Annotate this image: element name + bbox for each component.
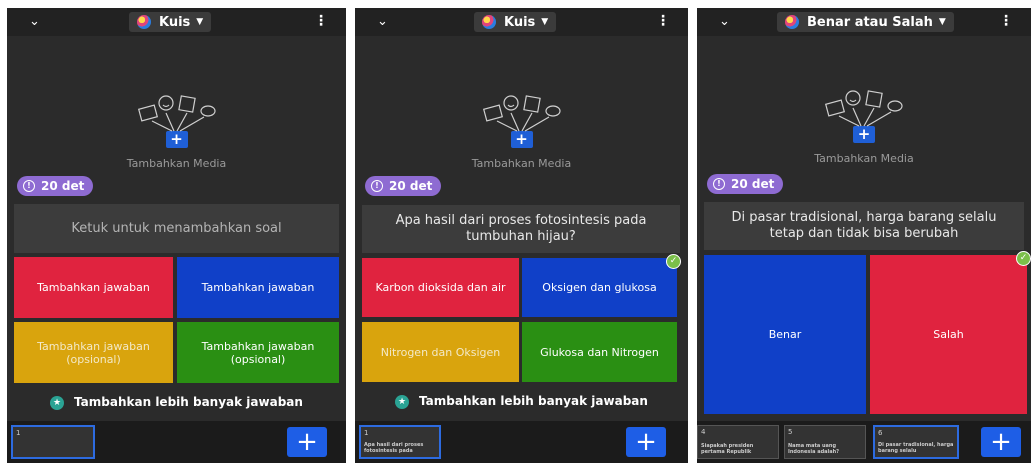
add-media-area[interactable]: + Tambahkan Media (7, 93, 346, 170)
quiz-type-icon (137, 15, 151, 29)
quiz-type-label: Kuis (504, 14, 536, 30)
question-input[interactable]: Ketuk untuk menambahkan soal (14, 204, 339, 253)
caret-down-icon: ▼ (938, 17, 946, 27)
star-icon: ★ (50, 395, 65, 410)
top-bar: ⌄ Kuis ▼ ⋮ (7, 8, 346, 36)
quiz-type-icon (482, 15, 496, 29)
slide-thumbnail[interactable]: 6 Di pasar tradisional, harga barang sel… (873, 425, 959, 459)
add-media-area[interactable]: + Tambahkan Media (697, 88, 1031, 165)
answer-option-3[interactable]: Tambahkan jawaban (opsional) (14, 322, 173, 383)
quiz-type-selector[interactable]: Kuis ▼ (474, 12, 557, 32)
slide-number: 5 (788, 428, 793, 436)
media-doodle-icon (824, 90, 903, 127)
quiz-editor-panel-2: ⌄ Kuis ▼ ⋮ + Tambahkan Media ! 20 det Ap… (355, 8, 688, 463)
answer-option-2[interactable]: Tambahkan jawaban (177, 257, 339, 318)
timer-label: 20 det (41, 179, 85, 193)
slide-preview-text: Nama mata uang Indonesia adalah? (788, 443, 840, 455)
more-vertical-icon[interactable]: ⋮ (314, 13, 328, 29)
add-media-label: Tambahkan Media (126, 157, 227, 170)
check-icon[interactable]: ✓ (1016, 251, 1031, 266)
media-doodle-icon (137, 95, 216, 132)
answer-false[interactable]: Salah ✓ (870, 251, 1031, 414)
add-slide-button[interactable]: + (981, 427, 1021, 457)
question-input[interactable]: Apa hasil dari proses fotosintesis pada … (362, 205, 680, 253)
quiz-type-selector[interactable]: Kuis ▼ (129, 12, 212, 32)
top-bar: ⌄ Kuis ▼ ⋮ (355, 8, 688, 36)
slide-thumbnail[interactable]: 1 (11, 425, 95, 459)
star-icon: ★ (395, 394, 410, 409)
add-more-answers-button[interactable]: ★ Tambahkan lebih banyak jawaban (7, 395, 346, 410)
slide-number: 4 (701, 428, 706, 436)
slide-thumbnail[interactable]: 5 Nama mata uang Indonesia adalah? (784, 425, 866, 459)
answer-true[interactable]: Benar (704, 255, 866, 414)
more-vertical-icon[interactable]: ⋮ (999, 13, 1013, 29)
answer-option-2[interactable]: Oksigen dan glukosa ✓ (522, 254, 681, 317)
chevron-down-icon[interactable]: ⌄ (29, 14, 40, 29)
slide-number: 6 (878, 429, 883, 437)
slide-strip: 1 Apa hasil dari proses fotosintesis pad… (355, 421, 688, 463)
answer-option-2-label: Oksigen dan glukosa (542, 281, 657, 294)
caret-down-icon: ▼ (196, 17, 204, 27)
quiz-type-icon (785, 15, 799, 29)
slide-number: 1 (16, 429, 21, 437)
caret-down-icon: ▼ (541, 17, 549, 27)
quiz-editor-panel-1: ⌄ Kuis ▼ ⋮ + Tambahkan Media ! 20 det Ke… (7, 8, 346, 463)
add-media-button[interactable]: + (510, 131, 533, 148)
slide-strip: 4 Siapakah presiden pertama Republik 5 N… (697, 421, 1031, 463)
clock-icon: ! (371, 180, 383, 192)
timer-badge[interactable]: ! 20 det (17, 176, 94, 196)
question-input[interactable]: Di pasar tradisional, harga barang selal… (704, 202, 1024, 250)
slide-thumbnail[interactable]: 1 Apa hasil dari proses fotosintesis pad… (359, 425, 441, 459)
add-slide-button[interactable]: + (287, 427, 327, 457)
add-media-button[interactable]: + (853, 126, 875, 143)
clock-icon: ! (23, 180, 35, 192)
answer-option-1[interactable]: Tambahkan jawaban (14, 257, 173, 318)
slide-thumbnail[interactable]: 4 Siapakah presiden pertama Republik (697, 425, 779, 459)
answer-option-3[interactable]: Nitrogen dan Oksigen (362, 322, 519, 382)
clock-icon: ! (713, 178, 725, 190)
chevron-down-icon[interactable]: ⌄ (719, 14, 730, 29)
add-media-label: Tambahkan Media (814, 152, 914, 165)
timer-badge[interactable]: ! 20 det (365, 176, 442, 196)
timer-badge[interactable]: ! 20 det (707, 174, 784, 194)
slide-number: 1 (364, 429, 369, 437)
answer-option-4[interactable]: Tambahkan jawaban (opsional) (177, 322, 339, 383)
add-media-area[interactable]: + Tambahkan Media (355, 93, 688, 170)
timer-label: 20 det (731, 177, 775, 191)
slide-preview-text: Di pasar tradisional, harga barang selal… (878, 442, 954, 454)
top-bar: ⌄ Benar atau Salah ▼ ⋮ (697, 8, 1031, 36)
quiz-type-label: Benar atau Salah (807, 14, 933, 30)
quiz-type-selector[interactable]: Benar atau Salah ▼ (777, 12, 954, 32)
answer-false-label: Salah (933, 328, 964, 341)
slide-preview-text: Apa hasil dari proses fotosintesis pada (364, 442, 424, 454)
add-more-answers-label: Tambahkan lebih banyak jawaban (419, 394, 648, 408)
quiz-type-label: Kuis (159, 14, 191, 30)
slide-strip: 1 + (7, 421, 346, 463)
media-doodle-icon (482, 95, 561, 132)
add-slide-button[interactable]: + (626, 427, 666, 457)
add-more-answers-label: Tambahkan lebih banyak jawaban (74, 395, 303, 409)
answer-option-4[interactable]: Glukosa dan Nitrogen (522, 322, 677, 382)
slide-preview-text: Siapakah presiden pertama Republik (701, 443, 754, 455)
chevron-down-icon[interactable]: ⌄ (377, 14, 388, 29)
check-icon[interactable]: ✓ (666, 254, 681, 269)
answer-option-1[interactable]: Karbon dioksida dan air (362, 258, 519, 317)
add-media-label: Tambahkan Media (471, 157, 572, 170)
timer-label: 20 det (389, 179, 433, 193)
quiz-editor-panel-3: ⌄ Benar atau Salah ▼ ⋮ + Tambahkan Media… (697, 8, 1031, 463)
add-media-button[interactable]: + (165, 131, 188, 148)
add-more-answers-button[interactable]: ★ Tambahkan lebih banyak jawaban (355, 394, 688, 409)
more-vertical-icon[interactable]: ⋮ (656, 13, 670, 29)
